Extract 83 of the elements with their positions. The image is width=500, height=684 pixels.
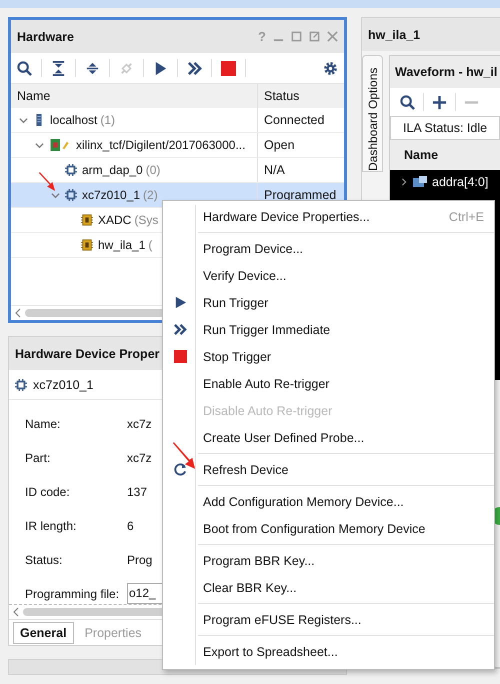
ila-status: ILA Status: Idle [403,121,488,135]
property-value: 6 [127,518,134,533]
property-value: Prog [127,552,152,567]
caret-icon[interactable] [35,140,44,150]
status-text: Programmed [264,188,336,202]
chip-icon [65,164,77,176]
bus-icon [413,176,427,188]
scroll-left-icon[interactable] [13,607,19,618]
property-label: Name: [25,416,62,431]
plus-icon[interactable] [432,94,447,110]
node-count: (Sys [134,213,158,227]
collapse-all-icon[interactable] [51,60,66,76]
menu-item[interactable]: Verify Device... [163,262,494,289]
core-icon [81,214,93,226]
menu-item[interactable]: Refresh Device [163,456,494,483]
stop-icon[interactable] [221,60,236,76]
column-header[interactable]: Name [11,84,258,108]
close-icon[interactable] [327,31,338,42]
node-count: (1) [100,113,116,127]
refresh-icon [174,463,186,476]
menu-item[interactable]: Add Configuration Memory Device... [163,488,494,515]
panel-title: Waveform - hw_il [395,65,498,79]
node-count: (2) [143,188,158,202]
property-value: 137 [127,484,148,499]
caret-icon[interactable] [400,178,408,186]
menu-item[interactable]: Stop Trigger [163,343,494,370]
menu-item[interactable]: Program BBR Key... [163,547,494,574]
node-label: localhost [50,113,98,127]
property-label: IR length: [25,518,78,533]
caret-icon[interactable] [19,116,28,124]
tab[interactable]: General [13,622,74,644]
status-text: Connected [264,113,324,127]
node-count: ( [148,238,152,252]
search-icon[interactable] [17,60,32,76]
menu-item[interactable]: Export to Spreadsheet... [163,638,494,665]
annotation-arrow-icon [38,172,56,192]
property-value: xc7z [127,450,152,465]
panel-title: Hardware [17,30,74,44]
search-icon[interactable] [400,94,415,110]
property-label: Status: [25,552,64,567]
double-chevron-icon [174,323,186,336]
panel-title: hw_ila_1 [368,28,420,42]
tree-row[interactable]: localhost (1) Connected [11,108,344,133]
shortcut-text: Ctrl+E [448,210,484,224]
core-icon [81,239,93,251]
board-icon [49,139,71,151]
signal-name: addra[4:0] [432,175,488,189]
chip-icon [15,378,27,391]
node-count: (0) [146,163,160,177]
play-icon[interactable] [153,60,168,76]
device-name: xc7z010_1 [33,378,94,392]
tree-row[interactable]: xilinx_tcf/Digilent/2017063000... Open [11,133,344,158]
panel-title: Hardware Device Proper [15,346,160,361]
column-header[interactable]: Name [404,148,438,162]
annotation-arrow-icon [172,442,196,470]
side-tab[interactable]: Dashboard Options [362,55,383,172]
stop-icon [174,350,186,363]
maximize-icon[interactable] [291,31,302,42]
property-value: xc7z [127,416,152,431]
menu-item[interactable]: Enable Auto Re-trigger [163,370,494,397]
menu-item[interactable]: Create User Defined Probe... [163,424,494,451]
menu-item[interactable]: Run Trigger [163,289,494,316]
status-text: Open [264,138,295,152]
scroll-left-icon[interactable] [15,308,21,318]
node-label: hw_ila_1 [98,238,146,252]
menu-item[interactable]: Boot from Configuration Memory Device [163,515,494,542]
column-header[interactable]: Status [258,89,300,103]
status-text: N/A [264,163,285,177]
node-label: XADC [98,213,132,227]
property-label: Programming file: [25,586,120,601]
float-icon[interactable] [309,31,320,42]
property-label: ID code: [25,484,71,499]
chip-icon [65,189,77,201]
node-label: arm_dap_0 [82,163,143,177]
menu-item[interactable]: Program Device... [163,235,494,262]
node-label: xilinx_tcf/Digilent/2017063000... [76,138,246,152]
menu-item[interactable]: Program eFUSE Registers... [163,606,494,633]
node-label: xc7z010_1 [82,188,140,202]
menu-item[interactable]: Run Trigger Immediate [163,316,494,343]
expand-all-icon[interactable] [85,60,100,76]
settings-icon[interactable] [323,60,338,76]
property-label: Part: [25,450,52,465]
double-chevron-icon[interactable] [187,60,202,76]
